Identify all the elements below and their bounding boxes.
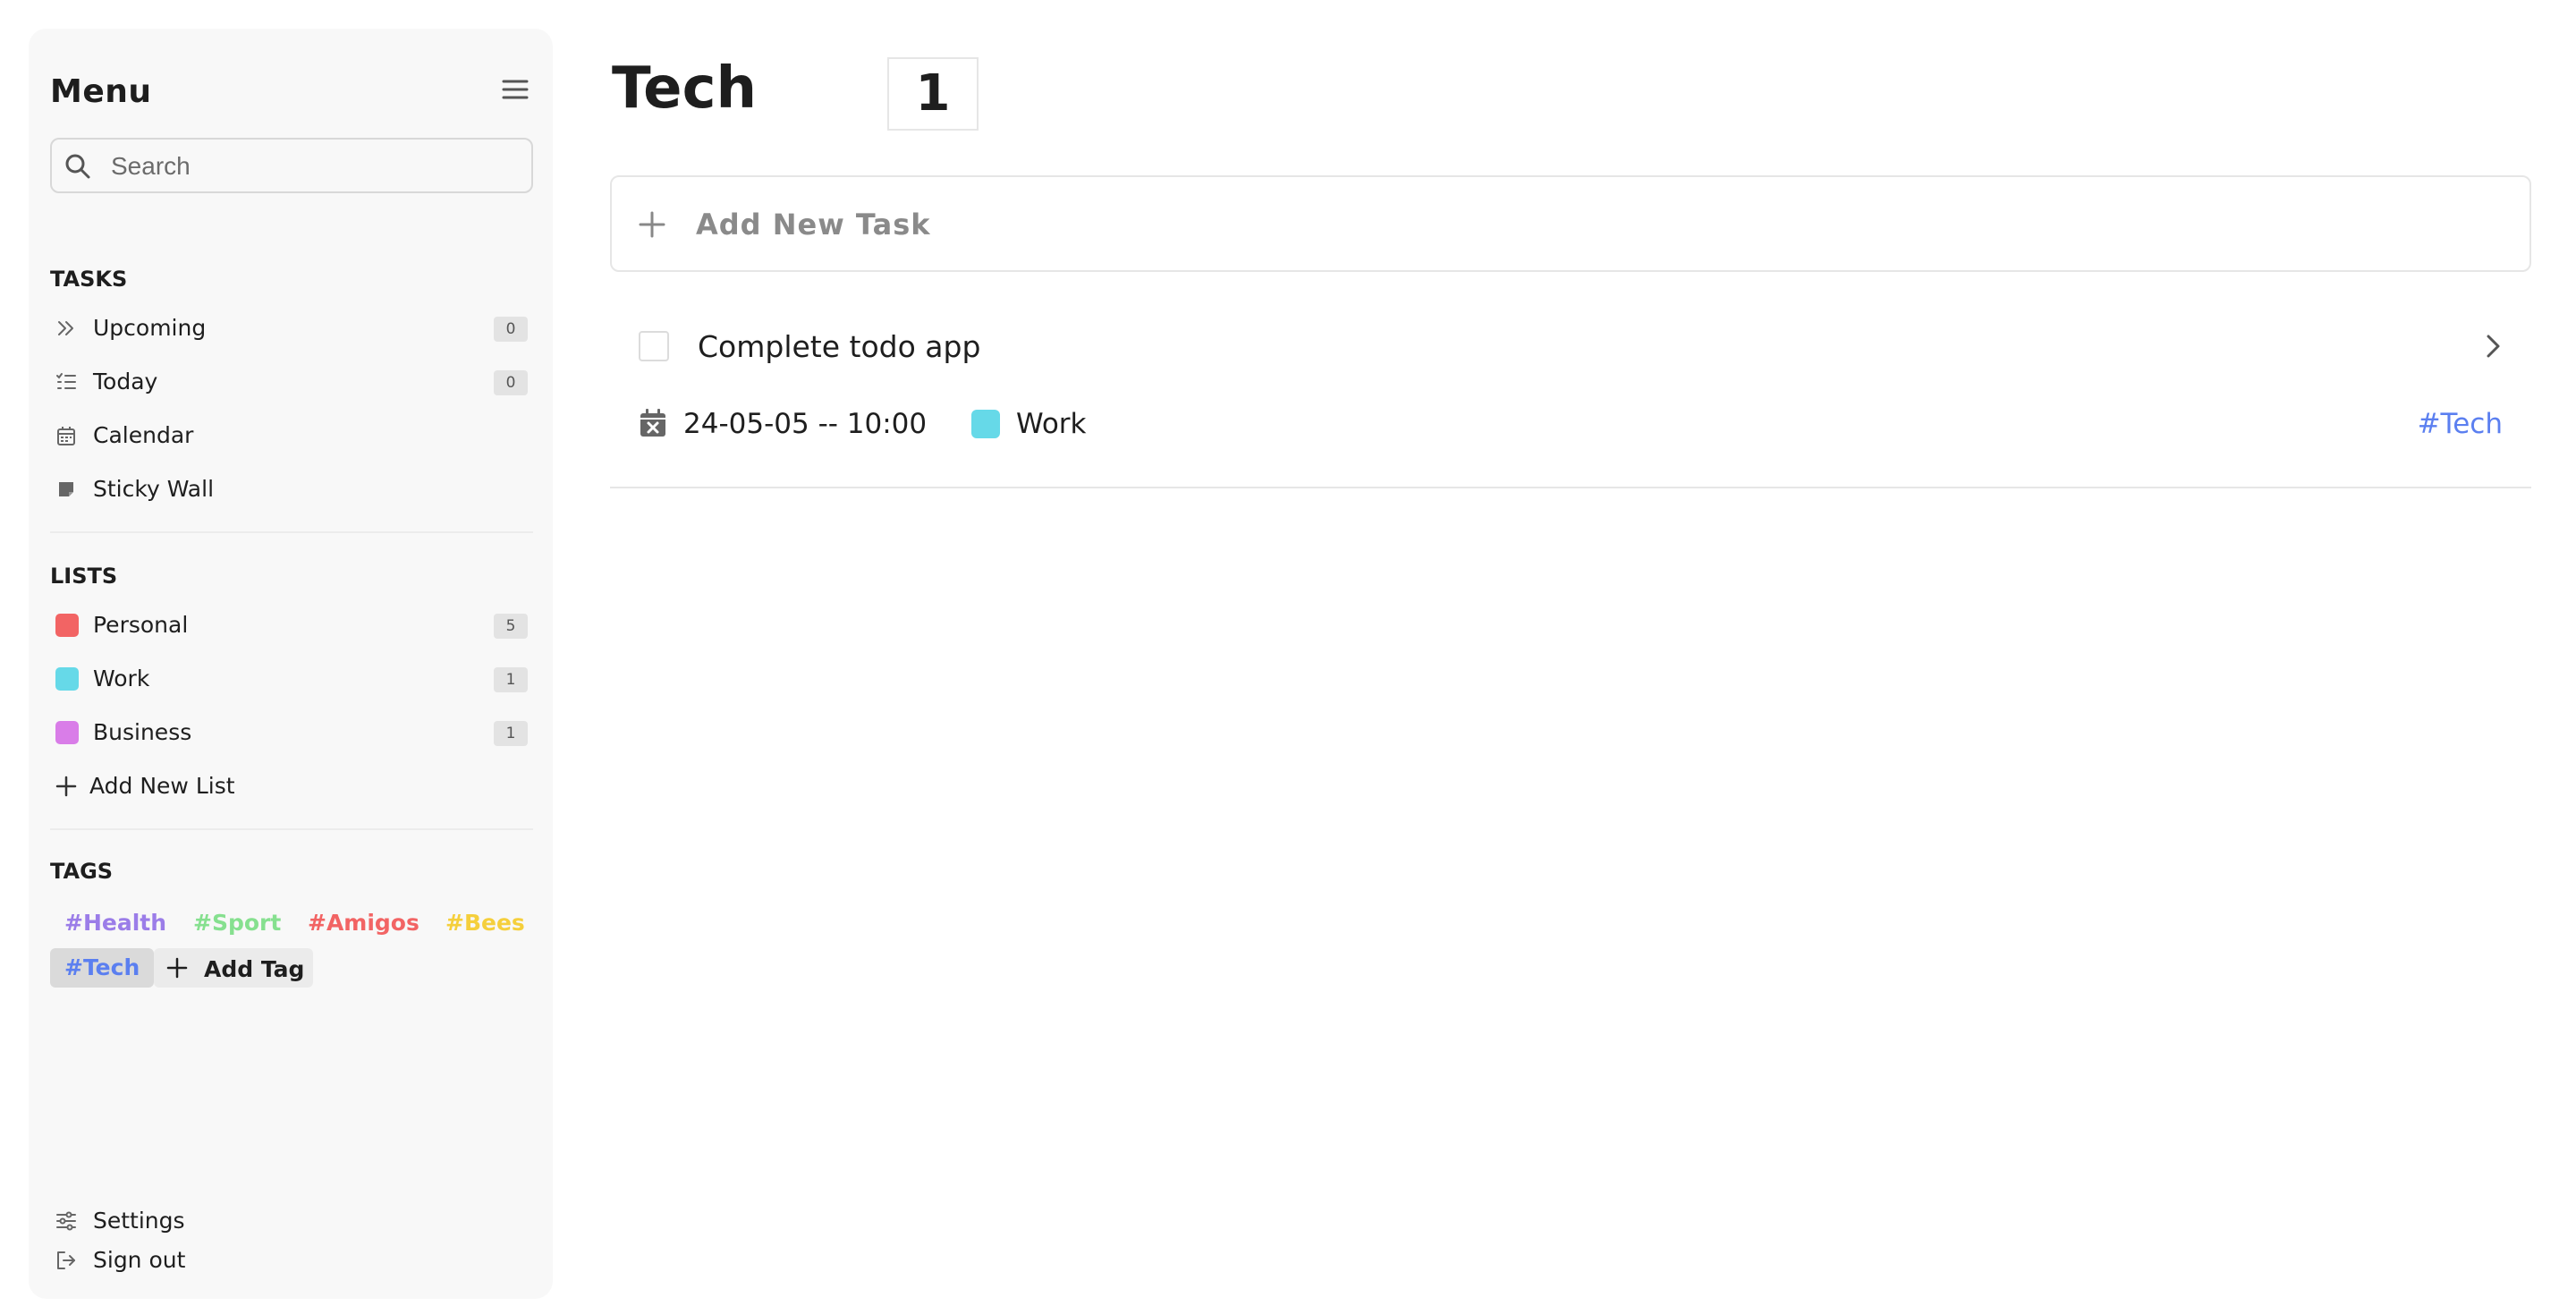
search-input[interactable] <box>109 145 524 188</box>
add-new-task-input[interactable]: Add New Task <box>610 175 2531 272</box>
list-item-personal[interactable]: Personal 5 <box>50 603 533 648</box>
list-item-label: Business <box>93 719 192 745</box>
add-new-task-label: Add New Task <box>696 208 931 242</box>
sign-out-label: Sign out <box>93 1247 186 1273</box>
add-tag-label: Add Tag <box>204 956 305 982</box>
list-item-label: Work <box>93 666 150 691</box>
divider <box>50 531 533 533</box>
task-title: Complete todo app <box>698 329 981 364</box>
settings-label: Settings <box>93 1208 185 1234</box>
count-badge: 1 <box>494 667 528 692</box>
nav-item-label: Upcoming <box>93 315 207 341</box>
count-badge: 0 <box>494 370 528 395</box>
settings-button[interactable]: Settings <box>50 1199 533 1243</box>
lists-section-title: LISTS <box>50 564 118 589</box>
nav-item-calendar[interactable]: Calendar <box>50 413 533 458</box>
add-new-list-button[interactable]: Add New List <box>50 764 533 809</box>
add-tag-button[interactable]: Add Tag <box>154 948 313 988</box>
menu-title: Menu <box>50 73 152 110</box>
search-box <box>50 138 533 193</box>
task-list-name: Work <box>1016 408 1087 440</box>
chevron-right-icon[interactable] <box>2478 331 2508 361</box>
nav-item-sticky-wall[interactable]: Sticky Wall <box>50 467 533 512</box>
double-chevron-right-icon <box>55 318 77 339</box>
search-icon <box>64 153 91 180</box>
task-checkbox[interactable] <box>639 331 669 361</box>
calendar-icon <box>55 425 77 446</box>
list-color-swatch <box>55 614 79 637</box>
nav-item-upcoming[interactable]: Upcoming 0 <box>50 306 533 351</box>
list-item-business[interactable]: Business 1 <box>50 710 533 755</box>
tags-section-title: TAGS <box>50 859 114 884</box>
tag-bees[interactable]: #Bees <box>431 903 539 943</box>
nav-item-today[interactable]: Today 0 <box>50 360 533 404</box>
sliders-icon <box>55 1210 77 1232</box>
sidebar: Menu TASKS Upcoming 0 Today 0 Calendar S <box>29 29 553 1299</box>
divider <box>610 487 2531 488</box>
list-item-work[interactable]: Work 1 <box>50 657 533 701</box>
plus-icon <box>166 957 188 979</box>
tasks-section-title: TASKS <box>50 267 128 292</box>
tag-amigos[interactable]: #Amigos <box>293 903 434 943</box>
task-list-color-swatch <box>971 410 1000 438</box>
sign-out-icon <box>55 1250 77 1271</box>
checklist-icon <box>55 371 77 393</box>
list-color-swatch <box>55 721 79 744</box>
calendar-x-icon <box>639 408 667 438</box>
task-due-date: 24-05-05 -- 10:00 <box>683 408 928 440</box>
task-item[interactable]: Complete todo app 24-05-05 -- 10:00 Work… <box>610 308 2531 490</box>
page-title: Tech <box>612 55 758 122</box>
count-badge: 5 <box>494 614 528 639</box>
sticky-note-icon <box>55 479 77 500</box>
add-new-list-label: Add New List <box>89 773 235 799</box>
sign-out-button[interactable]: Sign out <box>50 1238 533 1283</box>
plus-icon <box>55 776 77 797</box>
hamburger-menu-icon[interactable] <box>501 75 530 104</box>
divider <box>50 828 533 830</box>
plus-icon <box>639 211 665 238</box>
tag-tech[interactable]: #Tech <box>50 948 155 988</box>
task-tag[interactable]: #Tech <box>2418 408 2503 440</box>
task-count-box: 1 <box>887 57 979 131</box>
count-badge: 0 <box>494 317 528 342</box>
nav-item-label: Sticky Wall <box>93 476 215 502</box>
count-badge: 1 <box>494 721 528 746</box>
list-color-swatch <box>55 667 79 691</box>
list-item-label: Personal <box>93 612 189 638</box>
nav-item-label: Calendar <box>93 422 194 448</box>
nav-item-label: Today <box>93 369 158 394</box>
tag-health[interactable]: #Health <box>50 903 181 943</box>
tag-sport[interactable]: #Sport <box>179 903 295 943</box>
